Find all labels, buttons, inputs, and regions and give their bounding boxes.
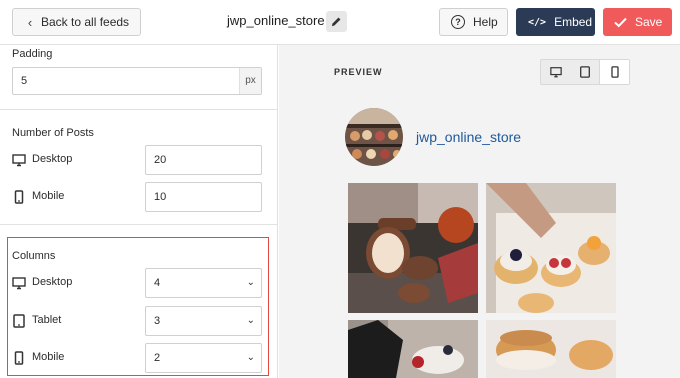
save-button[interactable]: Save (603, 8, 672, 36)
divider (0, 224, 277, 225)
columns-tablet-label: Tablet (32, 314, 62, 326)
checkmark-icon (614, 17, 627, 27)
feed-photo[interactable] (348, 183, 478, 313)
tablet-icon (13, 314, 25, 328)
desktop-icon (12, 154, 26, 167)
preview-desktop-button[interactable] (541, 60, 570, 84)
posts-mobile-row: Mobile 10 (12, 182, 262, 212)
posts-desktop-input[interactable]: 20 (145, 145, 262, 175)
embed-button[interactable]: </> Embed (516, 8, 595, 36)
columns-desktop-value: 4 (154, 277, 161, 289)
profile-username[interactable]: jwp_online_store (416, 129, 521, 145)
pencil-icon (331, 17, 341, 27)
feed-title: jwp_online_store (227, 13, 325, 28)
profile-avatar (345, 108, 403, 166)
chevron-left-icon: ‹ (27, 14, 33, 30)
help-label: Help (473, 15, 498, 29)
columns-desktop-label: Desktop (32, 276, 73, 288)
tablet-icon (579, 66, 590, 78)
settings-panel: Padding 5 px Number of Posts Desktop 20 … (0, 45, 278, 378)
padding-label: Padding (12, 48, 53, 60)
back-to-feeds-button[interactable]: ‹ Back to all feeds (12, 8, 141, 36)
edit-title-button[interactable] (326, 11, 347, 32)
posts-mobile-label: Mobile (32, 190, 65, 202)
save-label: Save (635, 15, 663, 29)
columns-tablet-value: 3 (154, 315, 161, 327)
desktop-icon (12, 277, 26, 290)
columns-mobile-label: Mobile (32, 351, 65, 363)
preview-tablet-button[interactable] (570, 60, 599, 84)
columns-section-label: Columns (12, 250, 56, 262)
posts-mobile-input[interactable]: 10 (145, 182, 262, 212)
mobile-icon (14, 190, 24, 204)
columns-desktop-select[interactable]: 4 ⌄ (145, 268, 262, 298)
help-button[interactable]: ? Help (439, 8, 508, 36)
columns-tablet-select[interactable]: 3 ⌄ (145, 306, 262, 336)
code-icon: </> (528, 16, 547, 28)
chevron-down-icon: ⌄ (246, 277, 255, 288)
mobile-icon (610, 66, 619, 78)
back-label: Back to all feeds (41, 15, 130, 29)
padding-value: 5 (21, 75, 28, 87)
divider (0, 109, 277, 110)
preview-label: PREVIEW (334, 67, 383, 77)
posts-section-label: Number of Posts (12, 127, 94, 139)
device-toggle (540, 59, 630, 85)
preview-mobile-button[interactable] (599, 60, 629, 84)
feed-photo[interactable] (348, 320, 478, 378)
feed-photo[interactable] (486, 183, 616, 313)
columns-mobile-row: Mobile 2 ⌄ (12, 343, 262, 373)
padding-input[interactable]: 5 px (12, 67, 262, 95)
mobile-icon (14, 351, 24, 365)
feed-photo[interactable] (486, 320, 616, 378)
padding-unit: px (239, 68, 261, 94)
preview-pane: PREVIEW jwp_online_store (279, 45, 680, 378)
columns-mobile-value: 2 (154, 352, 161, 364)
desktop-icon (549, 67, 562, 78)
posts-desktop-row: Desktop 20 (12, 145, 262, 175)
columns-tablet-row: Tablet 3 ⌄ (12, 306, 262, 336)
embed-label: Embed (554, 15, 593, 29)
top-bar: ‹ Back to all feeds jwp_online_store ? H… (0, 0, 680, 45)
question-icon: ? (451, 15, 465, 29)
posts-desktop-label: Desktop (32, 153, 73, 165)
chevron-down-icon: ⌄ (246, 315, 255, 326)
chevron-down-icon: ⌄ (246, 352, 255, 363)
columns-mobile-select[interactable]: 2 ⌄ (145, 343, 262, 373)
columns-desktop-row: Desktop 4 ⌄ (12, 268, 262, 298)
